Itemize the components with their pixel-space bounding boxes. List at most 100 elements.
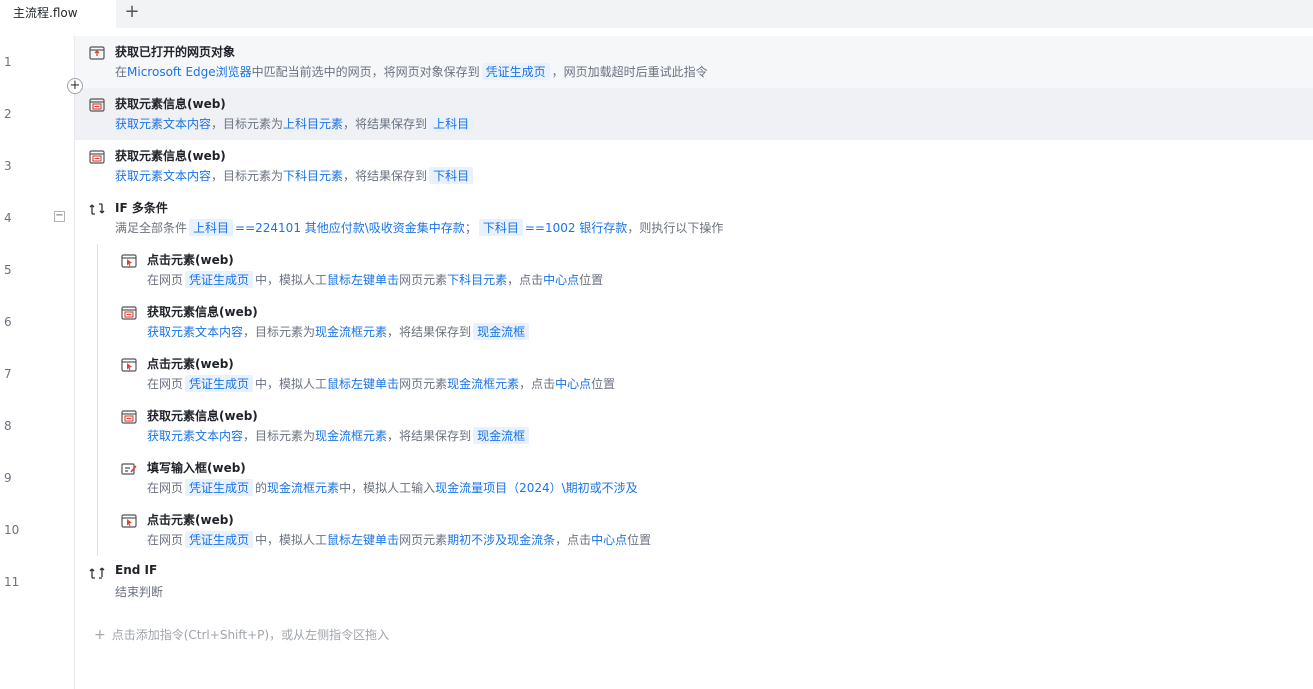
parameter-link[interactable]: 获取元素文本内容 <box>147 429 243 443</box>
command-description: 获取元素文本内容，目标元素为现金流框元素，将结果保存到 现金流框 <box>147 427 531 444</box>
command-description: 在Microsoft Edge浏览器中匹配当前选中的网页，将网页对象保存到 凭证生… <box>115 63 708 80</box>
parameter-link[interactable]: 中心点 <box>555 377 591 391</box>
command-title: 填写输入框(web) <box>147 461 246 475</box>
add-tab-button[interactable]: + <box>121 2 143 24</box>
line-number: 4 <box>4 211 12 225</box>
description-text: 网页元素 <box>399 273 448 287</box>
end-if-icon <box>89 565 105 579</box>
command-title: 获取元素信息(web) <box>147 305 258 319</box>
description-text: 中，模拟人工 <box>255 377 328 391</box>
variable-chip[interactable]: 现金流框 <box>473 427 530 444</box>
line-number: 11 <box>4 575 20 589</box>
web-click-icon <box>121 513 137 528</box>
variable-chip[interactable]: 下科目 <box>429 167 474 184</box>
if-branch-icon <box>89 201 105 215</box>
parameter-link[interactable]: 下科目元素 <box>447 273 507 287</box>
description-text: ，目标元素为 <box>243 429 316 443</box>
insert-command-icon[interactable]: + <box>67 78 83 94</box>
variable-chip[interactable]: 凭证生成页 <box>185 375 254 392</box>
description-text: 位置 <box>579 273 604 287</box>
description-text: 结束判断 <box>115 585 164 599</box>
command-description: 在网页 凭证生成页 的现金流框元素中，模拟人工输入现金流量项目（2024）\期初或不… <box>147 479 638 496</box>
line-number: 1 <box>4 55 12 69</box>
description-text: 满足全部条件 <box>115 221 188 235</box>
parameter-link[interactable]: 期初不涉及现金流条 <box>447 533 555 547</box>
parameter-link[interactable]: 获取元素文本内容 <box>115 117 211 131</box>
command-title: 获取已打开的网页对象 <box>115 45 236 59</box>
if-indent-guide <box>97 244 98 556</box>
add-command-button[interactable]: + 点击添加指令(Ctrl+Shift+P)，或从左侧指令区拖入 <box>94 626 389 643</box>
parameter-link[interactable]: ==1002 银行存款 <box>525 221 627 235</box>
parameter-link[interactable]: Microsoft Edge浏览器 <box>127 65 252 79</box>
parameter-link[interactable]: 上科目元素 <box>283 117 343 131</box>
parameter-link[interactable]: 中心点 <box>543 273 579 287</box>
variable-chip[interactable]: 上科目 <box>429 115 474 132</box>
command-title: 获取元素信息(web) <box>115 149 226 163</box>
tab-main-flow[interactable]: 主流程.flow <box>0 0 116 28</box>
parameter-link[interactable]: 鼠标左键单击 <box>327 273 399 287</box>
line-number: 7 <box>4 367 12 381</box>
parameter-link[interactable]: 现金流量项目（2024）\期初或不涉及 <box>435 481 638 495</box>
plus-icon: + <box>94 627 106 643</box>
variable-chip[interactable]: 凭证生成页 <box>185 271 254 288</box>
command-description: 获取元素文本内容，目标元素为下科目元素，将结果保存到 下科目 <box>115 167 475 184</box>
description-text: 在网页 <box>147 273 184 287</box>
description-text: 位置 <box>591 377 616 391</box>
parameter-link[interactable]: 下科目元素 <box>283 169 343 183</box>
tab-bar: 主流程.flow + <box>0 0 1313 28</box>
collapse-icon[interactable]: − <box>54 211 65 222</box>
command-description: 获取元素文本内容，目标元素为上科目元素，将结果保存到 上科目 <box>115 115 475 132</box>
row-highlight-2 <box>75 88 1313 140</box>
parameter-link[interactable]: 中心点 <box>591 533 627 547</box>
row-highlight-1 <box>75 36 1313 88</box>
description-text: 在网页 <box>147 533 184 547</box>
command-title: 获取元素信息(web) <box>147 409 258 423</box>
description-text: ，目标元素为 <box>211 117 284 131</box>
web-element-info-icon <box>89 149 105 164</box>
description-text: ，网页加载超时后重试此指令 <box>551 65 708 79</box>
parameter-link[interactable]: 现金流框元素 <box>315 429 387 443</box>
web-element-info-icon <box>121 409 137 424</box>
description-text: ，目标元素为 <box>243 325 316 339</box>
parameter-link[interactable]: 现金流框元素 <box>315 325 387 339</box>
description-text: ，点击 <box>507 273 544 287</box>
description-text: 在网页 <box>147 377 184 391</box>
parameter-link[interactable]: 现金流框元素 <box>267 481 339 495</box>
description-text: 中，模拟人工 <box>255 273 328 287</box>
web-page-icon <box>89 45 105 60</box>
description-text: ； <box>464 221 477 235</box>
description-text: ，则执行以下操作 <box>627 221 724 235</box>
parameter-link[interactable]: 鼠标左键单击 <box>327 377 399 391</box>
description-text: 中匹配当前选中的网页，将网页对象保存到 <box>251 65 480 79</box>
command-description: 在网页 凭证生成页 中，模拟人工鼠标左键单击网页元素现金流框元素，点击中心点位置 <box>147 375 615 392</box>
command-description: 满足全部条件 上科目 ==224101 其他应付款\吸收资金集中存款； 下科目 ==10… <box>115 219 723 236</box>
line-number: 8 <box>4 419 12 433</box>
parameter-link[interactable]: 获取元素文本内容 <box>147 325 243 339</box>
variable-chip[interactable]: 现金流框 <box>473 323 530 340</box>
fill-input-icon <box>121 461 137 475</box>
description-text: 中，模拟人工输入 <box>339 481 436 495</box>
web-element-info-icon <box>89 97 105 112</box>
description-text: ，目标元素为 <box>211 169 284 183</box>
command-title: 点击元素(web) <box>147 357 234 371</box>
description-text: 网页元素 <box>399 377 448 391</box>
description-text: ，将结果保存到 <box>343 169 428 183</box>
parameter-link[interactable]: 获取元素文本内容 <box>115 169 211 183</box>
variable-chip[interactable]: 凭证生成页 <box>185 531 254 548</box>
variable-chip[interactable]: 凭证生成页 <box>481 63 550 80</box>
variable-chip[interactable]: 下科目 <box>478 219 523 236</box>
line-number: 9 <box>4 471 12 485</box>
description-text: ，点击 <box>555 533 592 547</box>
line-number: 6 <box>4 315 12 329</box>
parameter-link[interactable]: 现金流框元素 <box>447 377 519 391</box>
description-text: 网页元素 <box>399 533 448 547</box>
command-description: 在网页 凭证生成页 中，模拟人工鼠标左键单击网页元素下科目元素，点击中心点位置 <box>147 271 603 288</box>
parameter-link[interactable]: ==224101 其他应付款\吸收资金集中存款 <box>235 221 465 235</box>
variable-chip[interactable]: 凭证生成页 <box>185 479 254 496</box>
description-text: ，将结果保存到 <box>343 117 428 131</box>
line-number: 3 <box>4 159 12 173</box>
variable-chip[interactable]: 上科目 <box>189 219 234 236</box>
description-text: 的 <box>255 481 268 495</box>
parameter-link[interactable]: 鼠标左键单击 <box>327 533 399 547</box>
description-text: 在 <box>115 65 128 79</box>
